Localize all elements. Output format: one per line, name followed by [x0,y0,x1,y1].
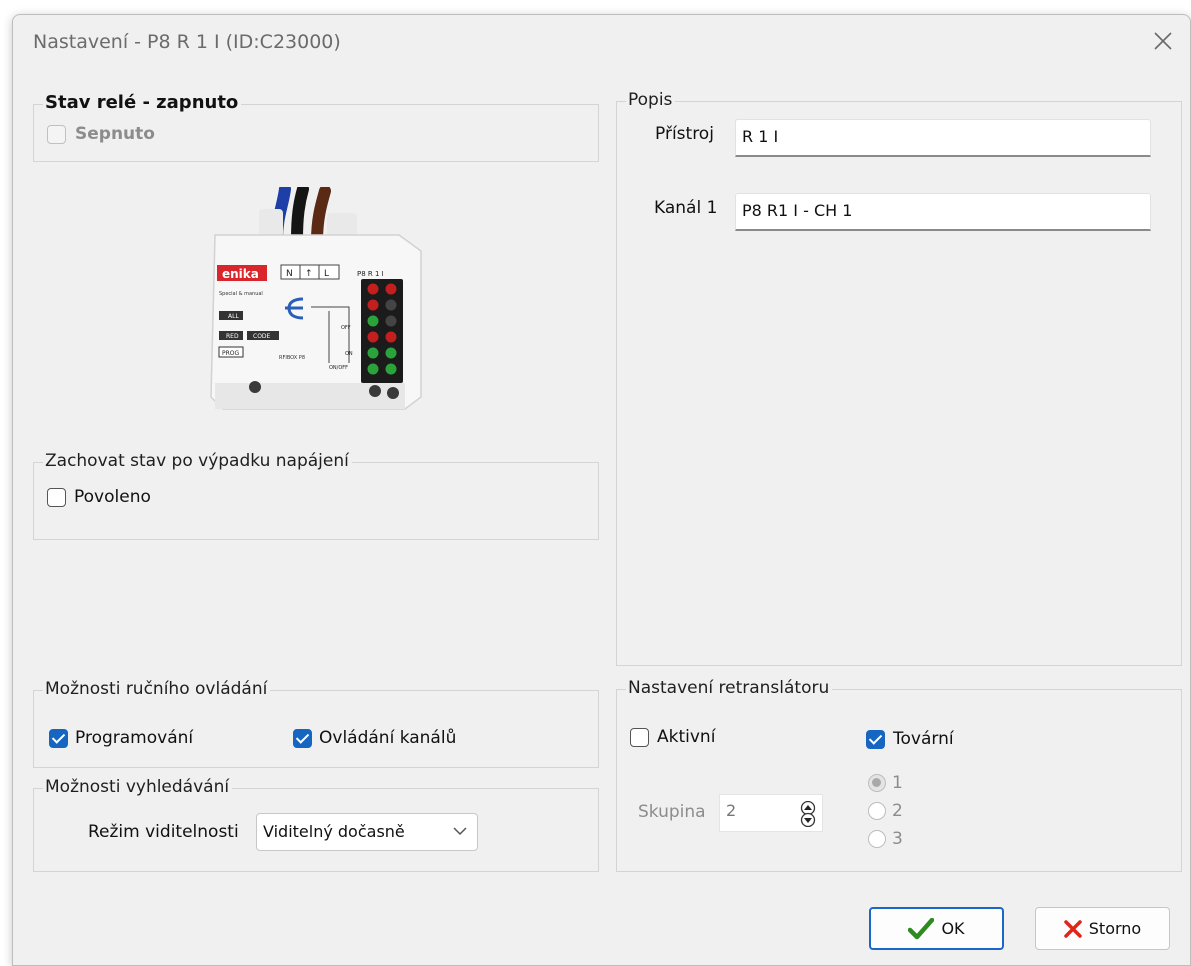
spinner-arrows-icon [800,801,816,827]
factory-checkbox[interactable] [866,730,885,749]
settings-dialog: Nastavení - P8 R 1 I (ID:C23000) Stav re… [12,14,1191,966]
radio-group-1[interactable] [868,774,886,792]
channel-name-input[interactable]: P8 R1 I - CH 1 [735,193,1151,231]
relay-state-group: Stav relé - zapnuto Sepnuto [33,92,599,162]
power-loss-legend: Zachovat stav po výpadku napájení [43,450,352,472]
channels-checkbox[interactable] [293,729,312,748]
manual-control-group: Možnosti ručního ovládání Programování O… [33,678,599,768]
terminal-n: N [286,269,293,279]
group-label: Skupina [638,802,706,822]
label-prog: PROG [222,350,240,357]
channel-name-label: Kanál 1 [654,198,718,218]
device-image: enika N ↑ L P8 R 1 I Special & manual AL… [199,183,431,419]
factory-label: Tovární [893,729,954,749]
label-special: Special & manual [219,291,263,297]
cancel-button-label: Storno [1088,919,1142,938]
repeater-group: Nastavení retranslátoru Aktivní Tovární … [616,677,1182,872]
label-red: RED [226,333,239,340]
label-rfibox: RFIBOX P8 [279,355,305,361]
visibility-select[interactable]: Viditelný dočasně [256,813,478,851]
programming-label: Programování [75,728,194,748]
sepnuto-label: Sepnuto [75,124,155,144]
ok-button-label: OK [941,919,965,938]
active-checkbox[interactable] [630,728,649,747]
model-text: P8 R 1 I [357,270,384,278]
label-off: OFF [341,325,351,331]
label-onoff: ON/OFF [329,365,348,371]
sepnuto-checkbox[interactable] [47,125,66,144]
programming-checkbox[interactable] [49,729,68,748]
radio-group-1-label: 1 [892,773,903,793]
channels-label: Ovládání kanálů [319,728,457,748]
search-options-legend: Možnosti vyhledávání [43,776,233,798]
visibility-select-value: Viditelný dočasně [263,822,405,841]
window-title: Nastavení - P8 R 1 I (ID:C23000) [33,31,341,53]
visibility-label: Režim viditelnosti [88,822,239,842]
radio-group-3-label: 3 [892,829,903,849]
description-legend: Popis [626,89,676,111]
terminal-l: L [324,269,329,279]
povoleno-label: Povoleno [74,487,151,507]
group-spinner[interactable]: 2 [719,794,823,832]
close-icon [1154,32,1172,50]
relay-state-legend: Stav relé - zapnuto [43,92,242,114]
label-all: ALL [228,313,239,320]
group-spinner-value: 2 [726,801,737,820]
label-code: CODE [253,333,271,340]
search-options-group: Možnosti vyhledávání Režim viditelnosti … [33,776,599,872]
repeater-legend: Nastavení retranslátoru [626,677,833,699]
device-name-input[interactable]: R 1 I [735,119,1151,157]
manual-control-legend: Možnosti ručního ovládání [43,678,271,700]
description-group: Popis Přístroj R 1 I Kanál 1 P8 R1 I - C… [616,89,1182,666]
device-name-label: Přístroj [655,124,714,144]
povoleno-checkbox[interactable] [47,488,66,507]
close-button[interactable] [1145,23,1181,59]
ok-button[interactable]: OK [869,907,1004,950]
radio-group-2[interactable] [868,802,886,820]
checkmark-icon [908,917,935,939]
active-label: Aktivní [657,727,716,747]
terminal-arrow: ↑ [305,269,313,279]
label-on: ON [345,351,353,357]
radio-group-2-label: 2 [892,801,903,821]
cancel-x-icon [1064,919,1082,938]
cancel-button[interactable]: Storno [1035,907,1170,950]
brand-text: enika [222,267,259,281]
power-loss-group: Zachovat stav po výpadku napájení Povole… [33,450,599,540]
radio-group-3[interactable] [868,830,886,848]
chevron-down-icon [453,827,467,836]
